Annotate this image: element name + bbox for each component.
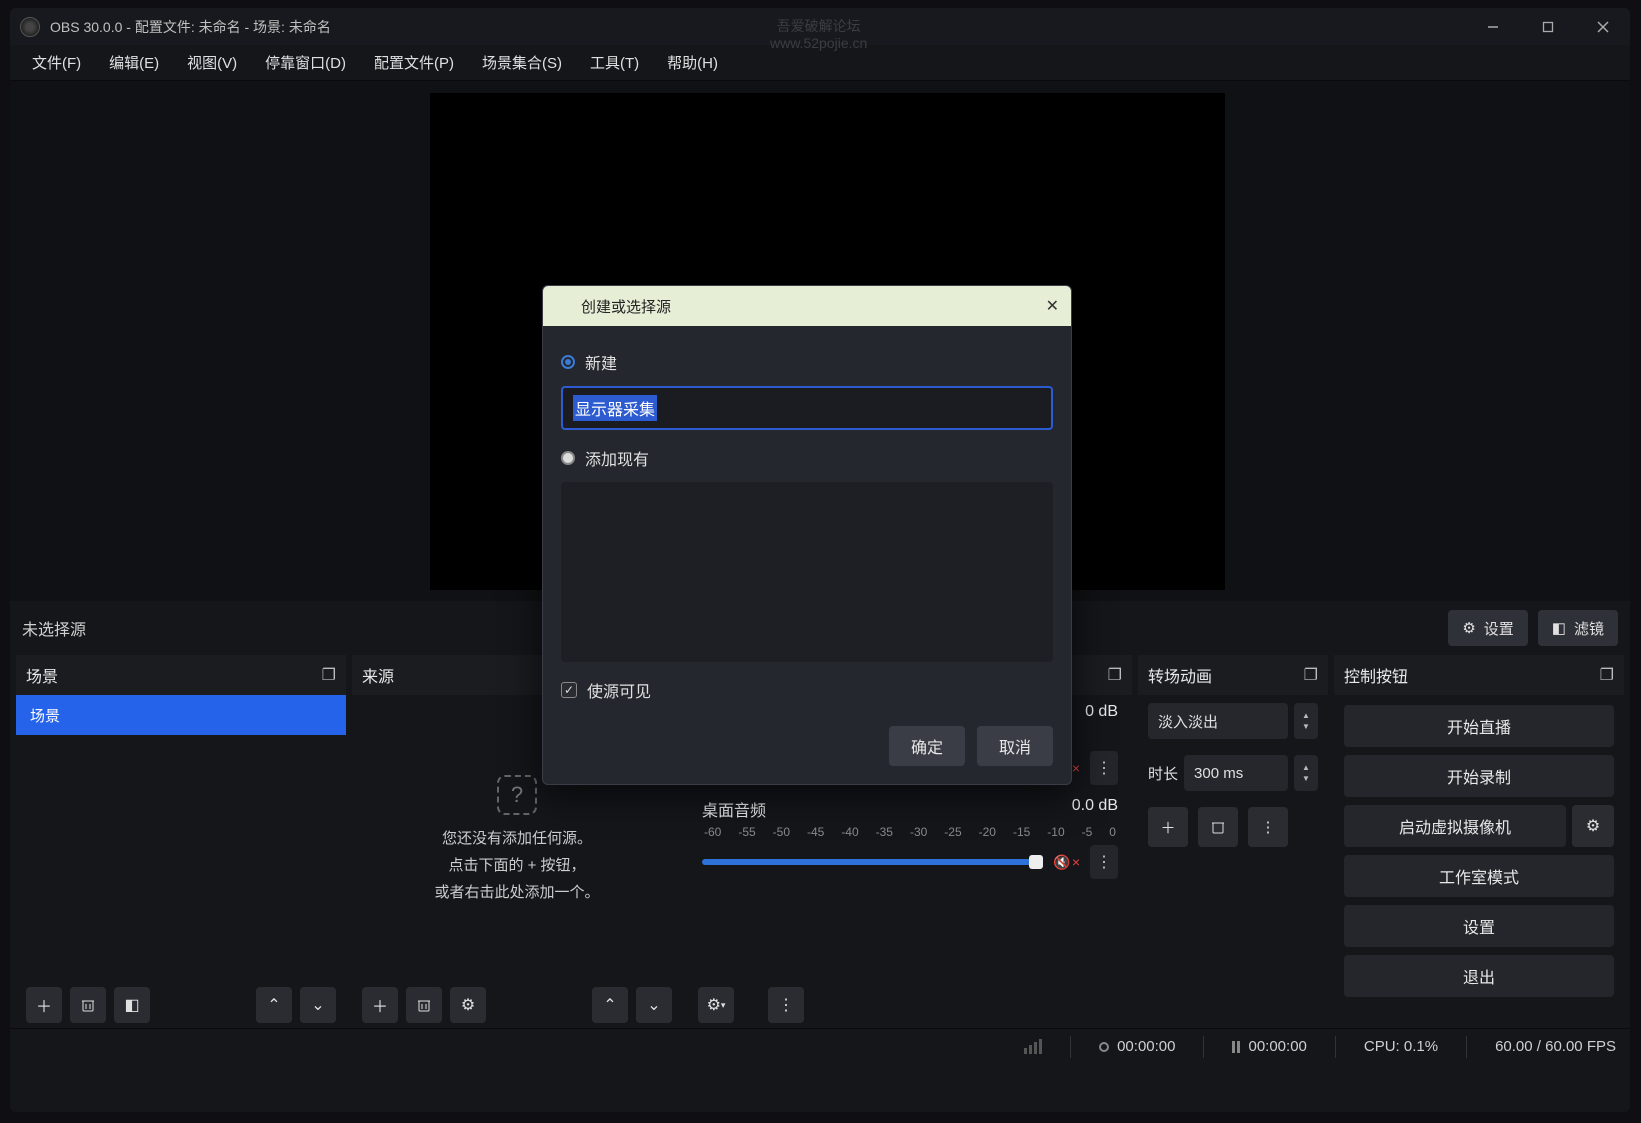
- checkbox-icon: ✓: [561, 682, 577, 698]
- duration-stepper[interactable]: ▲▼: [1294, 755, 1318, 791]
- radio-icon: [561, 355, 575, 369]
- channel-name: 桌面音频: [702, 797, 766, 821]
- fps-display: 60.00 / 60.00 FPS: [1495, 1038, 1616, 1055]
- channel-menu-button[interactable]: ⋮: [1090, 845, 1118, 879]
- close-button[interactable]: [1575, 8, 1630, 45]
- existing-sources-list[interactable]: [561, 482, 1053, 662]
- studio-mode-button[interactable]: 工作室模式: [1344, 855, 1614, 897]
- scene-item[interactable]: 场景: [16, 695, 346, 735]
- obs-logo-icon: [20, 17, 40, 37]
- cpu-usage: CPU: 0.1%: [1364, 1038, 1438, 1055]
- channel-menu-button[interactable]: ⋮: [1090, 751, 1118, 785]
- obs-logo-icon: [555, 297, 573, 315]
- settings-button[interactable]: 设置: [1344, 905, 1614, 947]
- source-filters-button[interactable]: ◧ 滤镜: [1538, 610, 1618, 646]
- move-scene-down-button[interactable]: ⌄: [300, 987, 336, 1023]
- move-source-down-button[interactable]: ⌄: [636, 987, 672, 1023]
- pause-icon: [1232, 1041, 1240, 1053]
- add-transition-button[interactable]: ＋: [1148, 807, 1188, 847]
- exit-button[interactable]: 退出: [1344, 955, 1614, 997]
- transition-select[interactable]: 淡入淡出: [1148, 703, 1288, 739]
- popout-icon[interactable]: ❐: [1600, 665, 1614, 685]
- signal-icon: [1024, 1039, 1042, 1054]
- radio-add-existing[interactable]: 添加现有: [561, 446, 1053, 470]
- popout-icon[interactable]: ❐: [322, 665, 336, 685]
- radio-create-new[interactable]: 新建: [561, 350, 1053, 374]
- create-source-dialog: 创建或选择源 ✕ 新建 显示器采集 添加现有 ✓ 使源可见 确定 取消: [542, 285, 1072, 785]
- move-scene-up-button[interactable]: ⌃: [256, 987, 292, 1023]
- source-properties-button[interactable]: ⚙: [450, 987, 486, 1023]
- virtual-cam-settings-button[interactable]: ⚙: [1572, 805, 1614, 847]
- start-virtual-cam-button[interactable]: 启动虚拟摄像机: [1344, 805, 1566, 847]
- add-source-button[interactable]: ＋: [362, 987, 398, 1023]
- stream-status: 00:00:00: [1099, 1038, 1175, 1055]
- menu-edit[interactable]: 编辑(E): [95, 46, 173, 79]
- no-source-label: 未选择源: [22, 616, 86, 640]
- transition-stepper[interactable]: ▲▼: [1294, 703, 1318, 739]
- minimize-button[interactable]: [1465, 8, 1520, 45]
- menubar: 文件(F) 编辑(E) 视图(V) 停靠窗口(D) 配置文件(P) 场景集合(S…: [10, 45, 1630, 81]
- transitions-title: 转场动画: [1148, 663, 1212, 687]
- volume-slider[interactable]: [702, 859, 1043, 865]
- mute-button[interactable]: 🔇 ×: [1053, 854, 1080, 871]
- menu-help[interactable]: 帮助(H): [653, 46, 732, 79]
- sources-title: 来源: [362, 663, 394, 687]
- duration-label: 时长: [1148, 763, 1178, 784]
- question-icon: ?: [497, 775, 537, 815]
- scenes-title: 场景: [26, 663, 58, 687]
- menu-file[interactable]: 文件(F): [18, 46, 95, 79]
- source-name-input[interactable]: 显示器采集: [561, 386, 1053, 430]
- statusbar: 00:00:00 00:00:00 CPU: 0.1% 60.00 / 60.0…: [10, 1028, 1630, 1064]
- scene-filters-button[interactable]: ◧: [114, 987, 150, 1023]
- record-status: 00:00:00: [1232, 1038, 1306, 1055]
- channel-level: 0.0 dB: [1072, 797, 1118, 821]
- source-properties-button[interactable]: ⚙ 设置: [1448, 610, 1527, 646]
- cancel-button[interactable]: 取消: [977, 726, 1053, 766]
- scenes-dock: 场景 ❐ 场景 ＋ ◧ ⌃ ⌄: [16, 655, 346, 1028]
- popout-icon[interactable]: ❐: [1304, 665, 1318, 685]
- remove-source-button[interactable]: [406, 987, 442, 1023]
- channel-level: 0 dB: [1085, 703, 1118, 727]
- dialog-close-button[interactable]: ✕: [1046, 296, 1059, 316]
- add-scene-button[interactable]: ＋: [26, 987, 62, 1023]
- dialog-title: 创建或选择源: [581, 296, 671, 317]
- transitions-dock: 转场动画 ❐ 淡入淡出 ▲▼ 时长 300 ms ▲▼ ＋ ⋮: [1138, 655, 1328, 1028]
- transition-menu-button[interactable]: ⋮: [1248, 807, 1288, 847]
- maximize-button[interactable]: [1520, 8, 1575, 45]
- ok-button[interactable]: 确定: [889, 726, 965, 766]
- start-recording-button[interactable]: 开始录制: [1344, 755, 1614, 797]
- menu-tools[interactable]: 工具(T): [576, 46, 653, 79]
- mixer-menu-button[interactable]: ⋮: [768, 987, 804, 1023]
- filters-icon: ◧: [1552, 619, 1566, 637]
- window-title: OBS 30.0.0 - 配置文件: 未命名 - 场景: 未命名: [50, 17, 331, 37]
- titlebar[interactable]: OBS 30.0.0 - 配置文件: 未命名 - 场景: 未命名: [10, 8, 1630, 45]
- radio-icon: [561, 451, 575, 465]
- make-visible-checkbox[interactable]: ✓ 使源可见: [561, 678, 1053, 702]
- popout-icon[interactable]: ❐: [1108, 665, 1122, 685]
- start-streaming-button[interactable]: 开始直播: [1344, 705, 1614, 747]
- menu-view[interactable]: 视图(V): [173, 46, 251, 79]
- duration-input[interactable]: 300 ms: [1184, 755, 1288, 791]
- controls-dock: 控制按钮 ❐ 开始直播 开始录制 启动虚拟摄像机 ⚙ 工作室模式 设置 退出: [1334, 655, 1624, 1028]
- mixer-channel: 桌面音频 0.0 dB -60-55-50-45-40-35-30-25-20-…: [688, 789, 1132, 883]
- gear-icon: ⚙: [1462, 619, 1475, 637]
- record-dot-icon: [1099, 1042, 1109, 1052]
- mixer-settings-button[interactable]: ⚙▾: [698, 987, 734, 1023]
- dialog-titlebar[interactable]: 创建或选择源 ✕: [543, 286, 1071, 326]
- menu-dock[interactable]: 停靠窗口(D): [251, 46, 360, 79]
- meter-scale: -60-55-50-45-40-35-30-25-20-15-10-50: [702, 825, 1118, 839]
- move-source-up-button[interactable]: ⌃: [592, 987, 628, 1023]
- remove-transition-button[interactable]: [1198, 807, 1238, 847]
- controls-title: 控制按钮: [1344, 663, 1408, 687]
- menu-profile[interactable]: 配置文件(P): [360, 46, 468, 79]
- menu-scene-collection[interactable]: 场景集合(S): [468, 46, 576, 79]
- remove-scene-button[interactable]: [70, 987, 106, 1023]
